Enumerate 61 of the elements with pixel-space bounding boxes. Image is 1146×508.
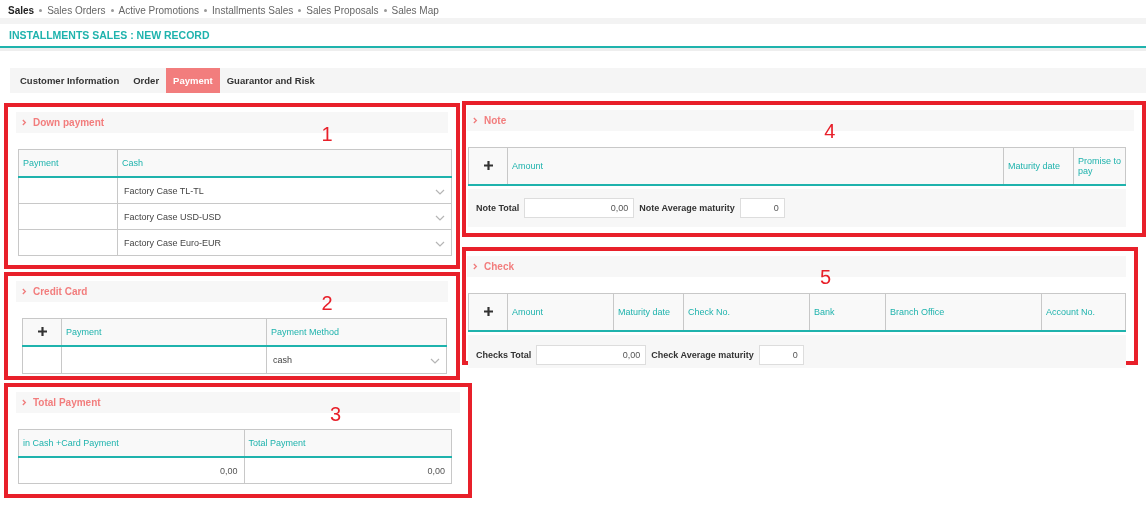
column-header: Promise to pay xyxy=(1073,147,1126,185)
page-title: INSTALLMENTS SALES : NEW RECORD xyxy=(9,29,210,41)
input-field[interactable]: 0 xyxy=(739,198,785,218)
field-label: Check Average maturity xyxy=(651,350,754,360)
column-header: Branch Office xyxy=(885,293,1042,331)
section-title: Down payment xyxy=(33,117,105,128)
table-cell: 0,00 xyxy=(244,457,452,484)
section-title: Credit Card xyxy=(33,286,88,297)
chevron-icon xyxy=(473,117,478,124)
column-header: Cash xyxy=(117,149,452,177)
bullet-icon xyxy=(298,8,302,12)
add-icon[interactable] xyxy=(483,306,493,316)
bullet-icon xyxy=(383,8,387,12)
section-title: Total Payment xyxy=(33,397,101,408)
bullet-icon xyxy=(204,8,208,12)
column-header: Maturity date xyxy=(1003,147,1074,185)
chevron-down-icon xyxy=(435,188,445,195)
chevron-icon xyxy=(22,399,27,406)
column-header: Payment xyxy=(61,318,267,346)
field-label: Checks Total xyxy=(476,350,532,360)
breadcrumb-link[interactable]: Sales Proposals xyxy=(306,4,379,16)
dropdown[interactable]: cash xyxy=(266,346,447,374)
column-header: Total Payment xyxy=(244,429,452,457)
tab[interactable]: Guarantor and Risk xyxy=(219,68,322,93)
breadcrumb-link[interactable]: Sales Map xyxy=(391,4,439,16)
table-cell: 0,00 xyxy=(18,457,244,484)
dropdown[interactable]: Factory Case Euro-EUR xyxy=(117,229,452,256)
add-icon[interactable] xyxy=(37,326,47,336)
field-label: Note Total xyxy=(476,203,520,213)
bullet-icon xyxy=(110,8,114,12)
chevron-down-icon xyxy=(435,240,445,247)
column-header: Payment Method xyxy=(266,318,447,346)
input-field[interactable]: 0,00 xyxy=(524,198,635,218)
column-header: Amount xyxy=(507,293,614,331)
input-field[interactable]: 0,00 xyxy=(536,345,647,365)
chevron-icon xyxy=(473,263,478,270)
dropdown[interactable]: Factory Case TL-TL xyxy=(117,177,452,204)
column-header: Bank xyxy=(809,293,886,331)
chevron-down-icon xyxy=(435,214,445,221)
column-header: in Cash +Card Payment xyxy=(18,429,244,457)
input-field[interactable]: 0 xyxy=(758,345,804,365)
field-label: Note Average maturity xyxy=(639,203,735,213)
chevron-icon xyxy=(22,119,27,126)
tab[interactable]: Customer Information xyxy=(13,68,127,93)
dropdown[interactable]: Factory Case USD-USD xyxy=(117,203,452,230)
column-header: Amount xyxy=(507,147,1004,185)
chevron-down-icon xyxy=(430,358,440,364)
column-header: Check No. xyxy=(683,293,810,331)
column-header: Payment xyxy=(18,149,118,177)
column-header: Account No. xyxy=(1041,293,1126,331)
section-title: Note xyxy=(484,115,507,126)
section-title: Check xyxy=(484,261,514,272)
tab[interactable]: Order xyxy=(126,68,167,93)
column-header: Maturity date xyxy=(613,293,684,331)
breadcrumb-link[interactable]: Sales Orders xyxy=(47,4,106,16)
breadcrumb-link[interactable]: Sales xyxy=(8,4,35,16)
chevron-icon xyxy=(22,288,27,295)
breadcrumb-link[interactable]: Active Promotions xyxy=(118,4,200,16)
add-icon[interactable] xyxy=(483,160,493,170)
breadcrumb-link[interactable]: Installments Sales xyxy=(212,4,294,16)
bullet-icon xyxy=(39,8,43,12)
